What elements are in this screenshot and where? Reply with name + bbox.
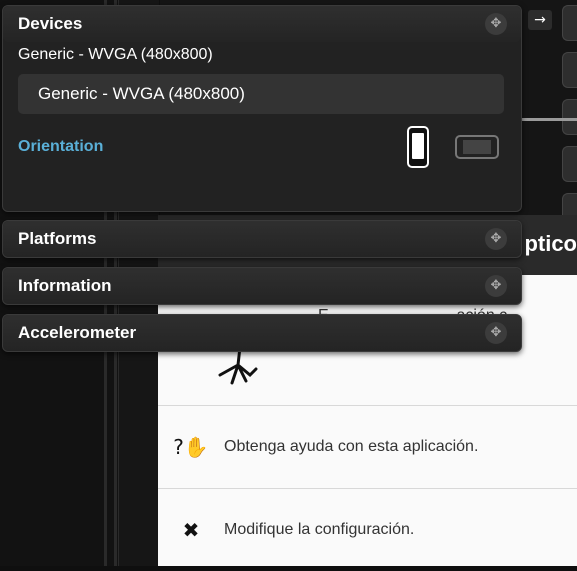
current-device-label: Generic - WVGA (480x800) xyxy=(18,46,213,63)
move-icon[interactable]: ✥ xyxy=(485,322,507,344)
portrait-orientation-icon[interactable] xyxy=(407,126,429,168)
help-row[interactable]: ?✋ Obtenga ayuda con esta aplicación. xyxy=(158,405,577,488)
tools-icon: ✖ xyxy=(182,518,200,542)
accelerometer-panel-header[interactable]: Accelerometer ✥ xyxy=(3,315,521,351)
landscape-orientation-icon[interactable] xyxy=(455,135,499,159)
devices-panel-title: Devices xyxy=(18,14,83,33)
device-select[interactable]: Generic - WVGA (480x800) xyxy=(18,74,504,114)
accelerometer-panel: Accelerometer ✥ xyxy=(2,314,522,352)
help-label: Obtenga ayuda con esta aplicación. xyxy=(224,438,479,455)
platforms-panel-title: Platforms xyxy=(18,229,97,248)
arrow-right-icon[interactable]: → xyxy=(528,10,552,30)
orientation-label: Orientation xyxy=(18,138,104,155)
move-icon[interactable]: ✥ xyxy=(485,13,507,35)
information-panel-header[interactable]: Information ✥ xyxy=(3,268,521,304)
devices-panel-header[interactable]: Devices ✥ xyxy=(3,6,521,42)
side-tab[interactable] xyxy=(562,99,577,135)
accelerometer-panel-title: Accelerometer xyxy=(18,323,137,342)
information-panel-title: Information xyxy=(18,276,112,295)
settings-label: Modifique la configuración. xyxy=(224,521,415,538)
side-tab[interactable] xyxy=(562,52,577,88)
side-tab[interactable] xyxy=(562,5,577,41)
app-title: ptico xyxy=(524,231,577,256)
background-line xyxy=(520,118,577,121)
side-tab[interactable] xyxy=(562,146,577,182)
move-icon[interactable]: ✥ xyxy=(485,275,507,297)
move-icon[interactable]: ✥ xyxy=(485,228,507,250)
information-panel: Information ✥ xyxy=(2,267,522,305)
platforms-panel: Platforms ✥ xyxy=(2,220,522,258)
settings-row[interactable]: ✖ Modifique la configuración. xyxy=(158,488,577,571)
devices-panel: Devices ✥ Generic - WVGA (480x800) Gener… xyxy=(2,5,522,212)
platforms-panel-header[interactable]: Platforms ✥ xyxy=(3,221,521,257)
help-icon: ?✋ xyxy=(173,435,209,459)
